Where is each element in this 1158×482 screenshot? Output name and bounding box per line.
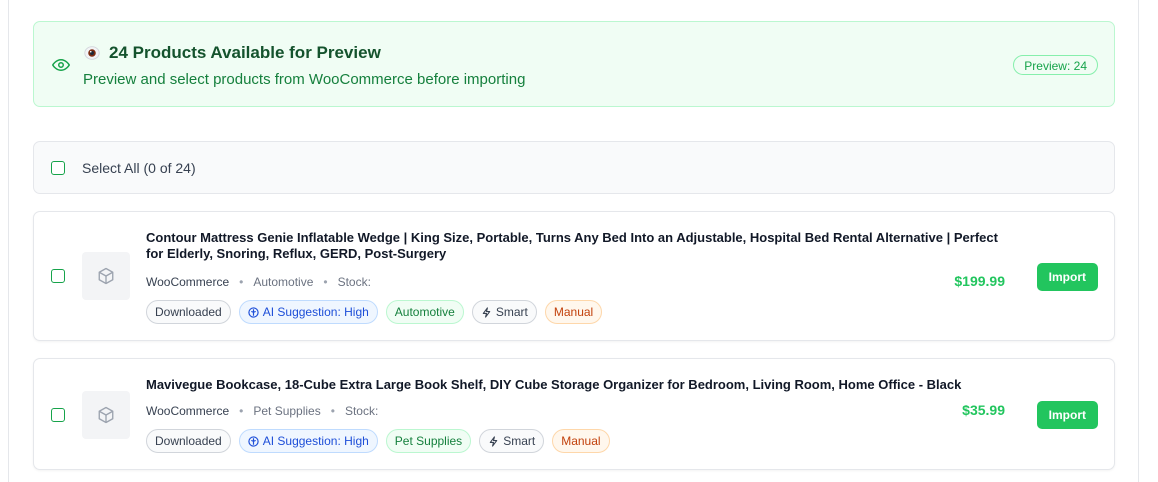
- select-all-bar: Select All (0 of 24): [33, 141, 1115, 194]
- meta-separator: •: [239, 404, 244, 418]
- tag-category: Automotive: [385, 300, 464, 324]
- product-price: $199.99: [954, 273, 1005, 289]
- tag-manual: Manual: [552, 429, 610, 453]
- tag-smart-label: Smart: [503, 434, 536, 448]
- tag-ai-label: AI Suggestion: High: [262, 434, 369, 448]
- select-all-checkbox[interactable]: [51, 161, 65, 175]
- preview-banner: 24 Products Available for Preview Previe…: [33, 21, 1115, 107]
- tag-ai-label: AI Suggestion: High: [262, 305, 369, 319]
- product-category: Pet Supplies: [253, 404, 321, 418]
- product-checkbox[interactable]: [51, 269, 65, 283]
- tag-category: Pet Supplies: [385, 429, 472, 453]
- product-meta: WooCommerce • Automotive • Stock:: [146, 275, 371, 289]
- tag-smart: Smart: [479, 429, 545, 453]
- product-tags: Downloaded AI Suggestion: High Pet Suppl…: [146, 429, 610, 453]
- product-price: $35.99: [962, 402, 1005, 418]
- meta-separator: •: [330, 404, 335, 418]
- banner-subtitle: Preview and select products from WooComm…: [83, 71, 526, 88]
- tag-downloaded: Downloaded: [146, 300, 231, 324]
- tag-ai-suggestion: AI Suggestion: High: [238, 429, 378, 453]
- tag-manual: Manual: [544, 300, 603, 324]
- box-icon: [98, 267, 114, 285]
- select-all-label[interactable]: Select All (0 of 24): [82, 160, 196, 176]
- import-button[interactable]: Import: [1036, 263, 1098, 291]
- product-meta: WooCommerce • Pet Supplies • Stock:: [146, 404, 378, 418]
- product-card: Contour Mattress Genie Inflatable Wedge …: [33, 211, 1115, 341]
- product-category: Automotive: [253, 275, 314, 289]
- eye-icon: [52, 59, 70, 71]
- product-thumbnail: [82, 252, 130, 300]
- product-stock: Stock:: [337, 275, 371, 289]
- product-title[interactable]: Mavivegue Bookcase, 18-Cube Extra Large …: [146, 377, 1006, 393]
- meta-separator: •: [323, 275, 328, 289]
- product-stock: Stock:: [344, 404, 379, 418]
- preview-count-badge: Preview: 24: [1013, 55, 1098, 75]
- product-card: Mavivegue Bookcase, 18-Cube Extra Large …: [33, 358, 1115, 470]
- box-icon: [98, 406, 114, 424]
- tag-downloaded: Downloaded: [146, 429, 231, 453]
- tag-smart-label: Smart: [495, 305, 528, 319]
- brain-icon: [248, 435, 259, 447]
- product-tags: Downloaded AI Suggestion: High Automotiv…: [146, 300, 603, 324]
- product-source: WooCommerce: [146, 275, 230, 289]
- product-title[interactable]: Contour Mattress Genie Inflatable Wedge …: [146, 230, 1006, 262]
- lightning-icon: [489, 435, 498, 447]
- banner-title: 24 Products Available for Preview: [109, 43, 381, 62]
- product-thumbnail: [82, 391, 130, 439]
- banner-title-row: 24 Products Available for Preview: [83, 43, 381, 63]
- product-checkbox[interactable]: [51, 408, 65, 422]
- meta-separator: •: [239, 275, 244, 289]
- import-button[interactable]: Import: [1036, 401, 1098, 429]
- eye-emoji-icon: [84, 46, 100, 60]
- tag-ai-suggestion: AI Suggestion: High: [238, 300, 378, 324]
- product-source: WooCommerce: [146, 404, 230, 418]
- tag-smart: Smart: [471, 300, 537, 324]
- brain-icon: [248, 306, 259, 318]
- lightning-icon: [482, 306, 491, 318]
